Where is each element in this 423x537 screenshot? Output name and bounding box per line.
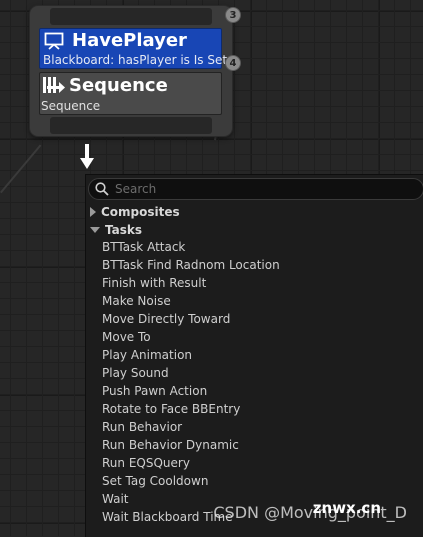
category-label: Composites: [101, 205, 180, 219]
search-icon: [95, 182, 109, 196]
task-item[interactable]: Run Behavior: [102, 418, 280, 436]
category-tasks[interactable]: Tasks: [90, 223, 142, 237]
collapse-arrow-icon: [90, 227, 100, 233]
task-item[interactable]: Move To: [102, 328, 280, 346]
task-item[interactable]: Play Animation: [102, 346, 280, 364]
composite-sequence[interactable]: Sequence Sequence: [39, 72, 222, 115]
execution-index-badge: 4: [225, 55, 241, 71]
task-item[interactable]: BTTask Find Radnom Location: [102, 256, 280, 274]
drag-arrow-icon: [80, 144, 94, 174]
task-item[interactable]: Move Directly Toward: [102, 310, 280, 328]
decorator-title: HavePlayer: [72, 30, 187, 51]
task-item[interactable]: Make Noise: [102, 292, 280, 310]
watermark: CSDN @Moving_point_D znwx.cn: [213, 499, 407, 522]
node-input-pin[interactable]: [50, 8, 212, 25]
sequence-icon: [43, 77, 65, 97]
category-composites[interactable]: Composites: [90, 205, 180, 219]
search-input[interactable]: [113, 181, 397, 197]
execution-index-badge: 3: [225, 7, 241, 23]
task-item[interactable]: Finish with Result: [102, 274, 280, 292]
composite-title: Sequence: [69, 75, 168, 96]
decorator-subtitle: Blackboard: hasPlayer is Is Set: [43, 53, 228, 67]
blackboard-monitor-icon: [44, 32, 64, 54]
watermark-logo: znwx.cn: [312, 499, 381, 517]
node-palette-menu[interactable]: Composites Tasks BTTask AttackBTTask Fin…: [85, 174, 423, 537]
task-item[interactable]: Set Tag Cooldown: [102, 472, 280, 490]
decorator-haveplayer[interactable]: HavePlayer Blackboard: hasPlayer is Is S…: [39, 28, 227, 69]
node-output-pin[interactable]: [50, 117, 212, 134]
category-label: Tasks: [105, 223, 143, 237]
task-item[interactable]: Play Sound: [102, 364, 280, 382]
task-item[interactable]: Push Pawn Action: [102, 382, 280, 400]
task-item[interactable]: Run EQSQuery: [102, 454, 280, 472]
task-item[interactable]: BTTask Attack: [102, 238, 280, 256]
expand-arrow-icon: [90, 207, 96, 217]
search-box[interactable]: [88, 178, 423, 200]
task-item[interactable]: Rotate to Face BBEntry: [102, 400, 280, 418]
composite-subtitle: Sequence: [41, 99, 101, 113]
task-item[interactable]: Run Behavior Dynamic: [102, 436, 280, 454]
